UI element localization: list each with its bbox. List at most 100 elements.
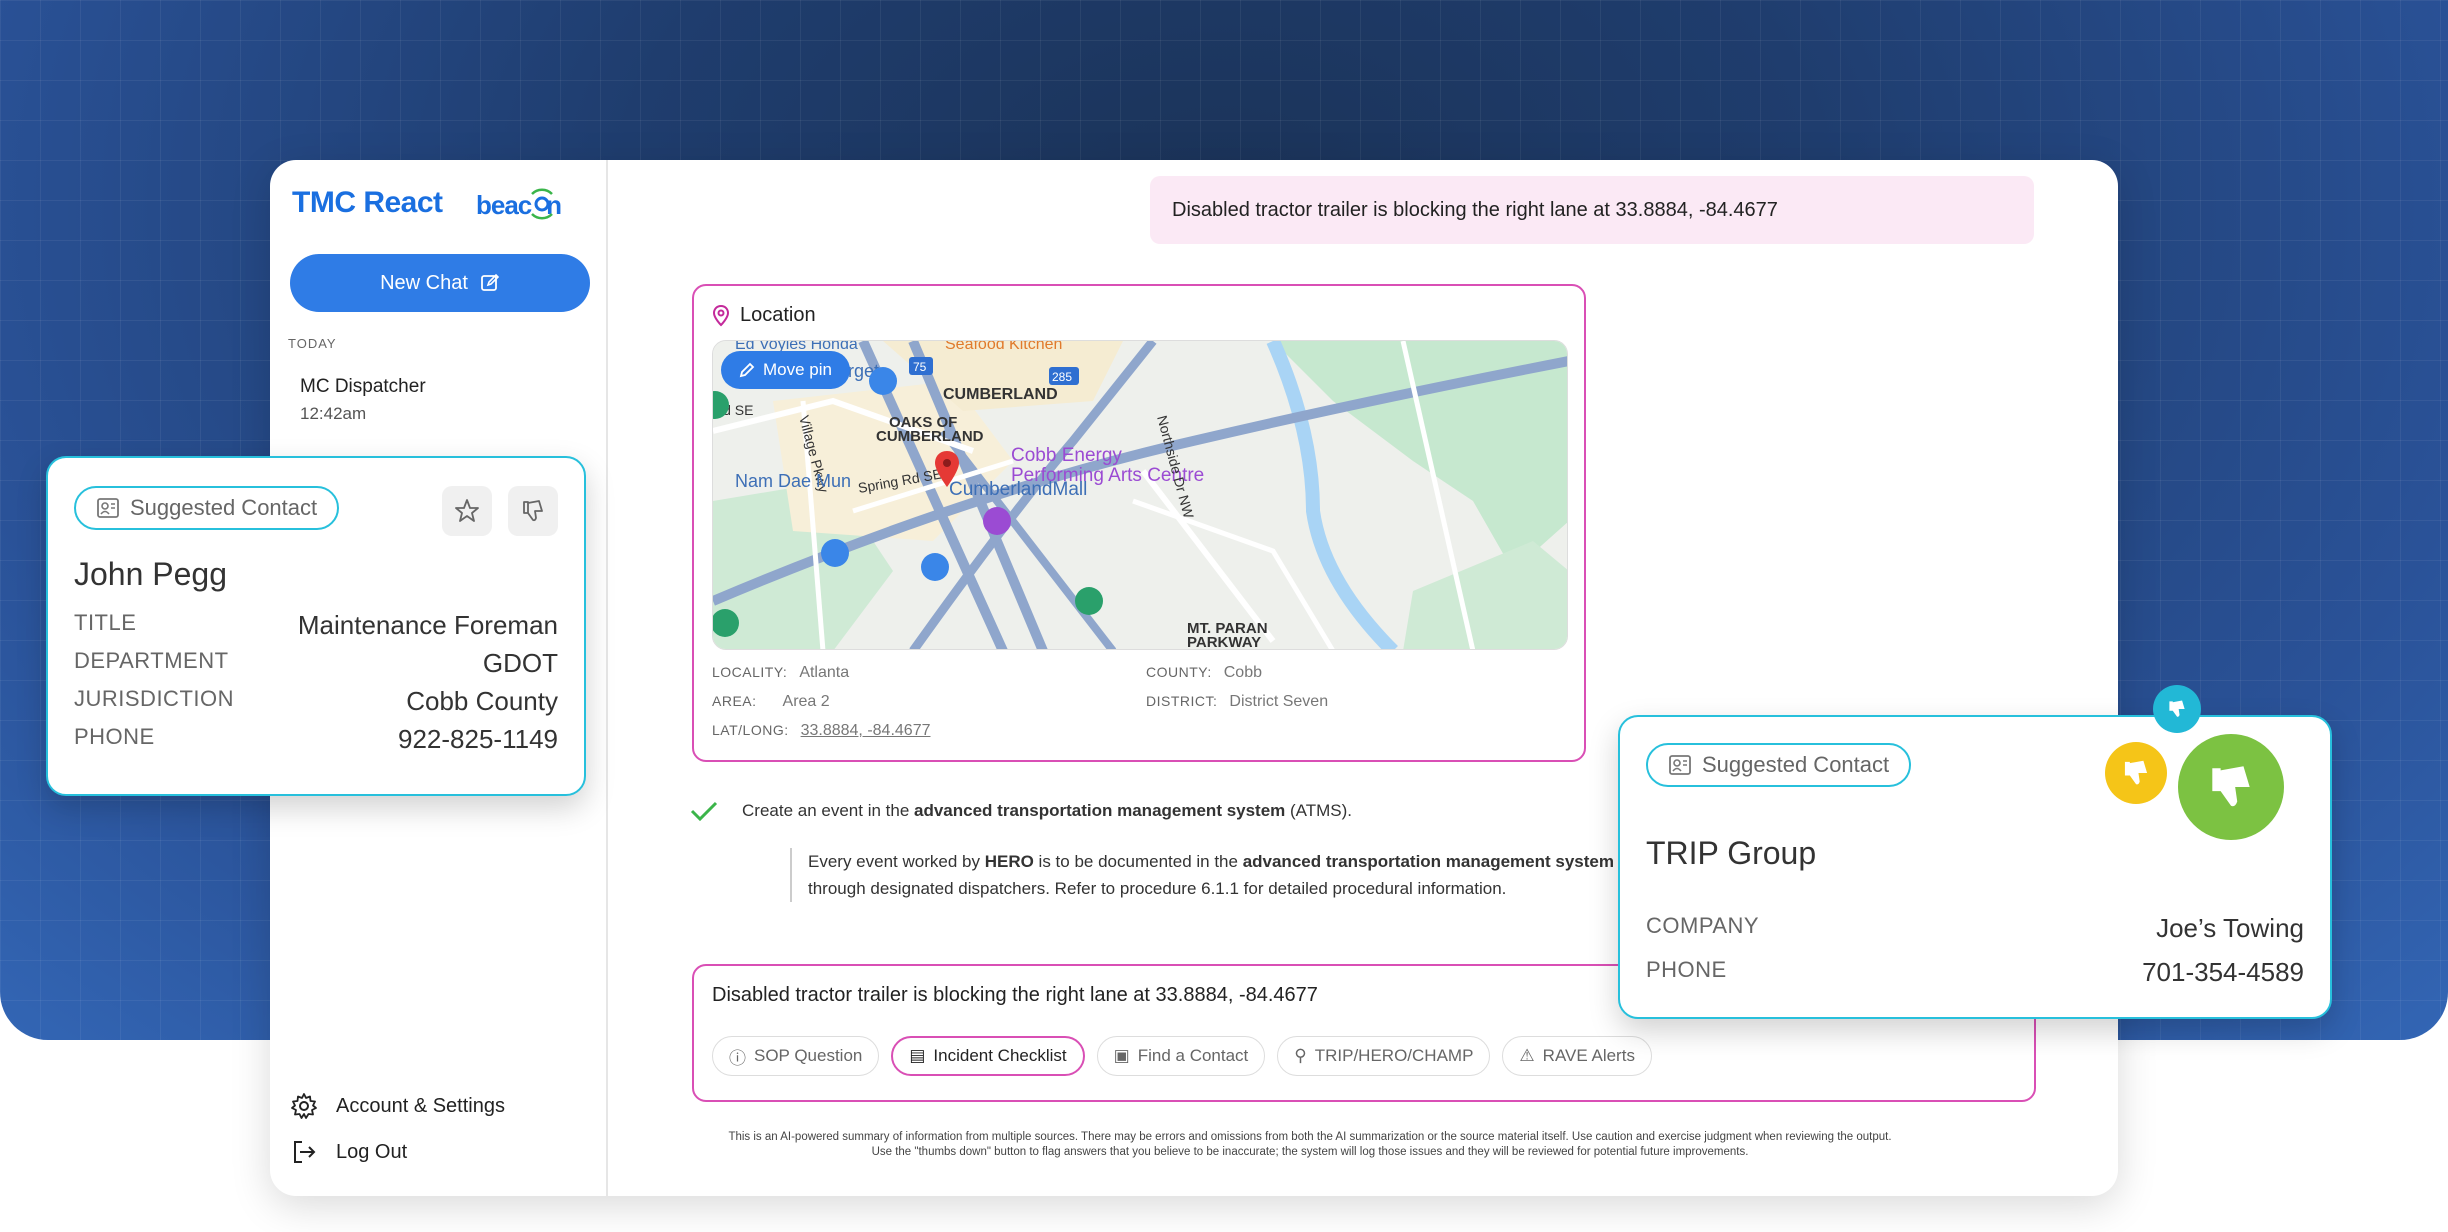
latlong-row: LAT/LONG: 33.8884, -84.4677 bbox=[712, 722, 930, 740]
contact-row-phone: PHONE 922-825-1149 bbox=[74, 724, 558, 755]
quote-text-c: is to be documented in the bbox=[1033, 852, 1243, 871]
area-row: AREA: Area 2 bbox=[712, 693, 830, 711]
district-key: DISTRICT: bbox=[1146, 693, 1218, 709]
chip-trip-hero-champ[interactable]: ⚲ TRIP/HERO/CHAMP bbox=[1277, 1036, 1491, 1076]
alert-icon: ⚠ bbox=[1519, 1046, 1535, 1065]
checklist-text: Create an event in the advanced transpor… bbox=[742, 801, 1352, 821]
star-icon bbox=[455, 499, 479, 522]
row-value: Joe’s Towing bbox=[2156, 913, 2304, 943]
history-item-title[interactable]: MC Dispatcher bbox=[300, 376, 426, 398]
pencil-icon bbox=[739, 362, 755, 378]
move-pin-button[interactable]: Move pin bbox=[721, 351, 850, 389]
composer-input[interactable]: Disabled tractor trailer is blocking the… bbox=[712, 984, 1318, 1007]
quick-action-chips: ⓘ SOP Question ▤ Incident Checklist ▣ Find … bbox=[712, 1036, 1652, 1076]
checkmark-icon bbox=[690, 801, 718, 822]
chip-label: Find a Contact bbox=[1137, 1046, 1249, 1065]
favorite-button[interactable] bbox=[442, 486, 492, 536]
badge-label: Suggested Contact bbox=[1702, 752, 1890, 777]
locality-value: Atlanta bbox=[799, 664, 850, 681]
checklist-suffix: (ATMS). bbox=[1285, 801, 1353, 820]
section-label-today: TODAY bbox=[288, 336, 337, 351]
history-item-time: 12:42am bbox=[300, 404, 367, 423]
county-value: Cobb bbox=[1223, 664, 1262, 681]
brand-title: TMC React bbox=[292, 186, 443, 219]
row-value[interactable]: 701-354-4589 bbox=[2142, 957, 2304, 988]
svg-text:CUMBERLAND: CUMBERLAND bbox=[876, 428, 984, 445]
row-value[interactable]: 922-825-1149 bbox=[398, 724, 558, 755]
pin-icon: ⚲ bbox=[1294, 1046, 1307, 1065]
edit-icon bbox=[481, 273, 500, 291]
svg-text:285: 285 bbox=[1052, 370, 1072, 384]
location-card: Location Ed Voyles Honda Seafood Kitchen… bbox=[692, 284, 1586, 762]
district-value: District Seven bbox=[1229, 693, 1329, 710]
chip-label: SOP Question bbox=[754, 1046, 863, 1065]
thumbs-down-icon bbox=[2124, 760, 2148, 785]
logout-icon bbox=[294, 1141, 316, 1163]
county-key: COUNTY: bbox=[1146, 664, 1212, 680]
row-key: PHONE bbox=[1646, 957, 1727, 982]
ai-disclaimer: This is an AI-powered summary of informa… bbox=[728, 1131, 1892, 1158]
user-message-bubble: Disabled tractor trailer is blocking the… bbox=[1150, 176, 2034, 244]
row-key: DEPARTMENT bbox=[74, 648, 229, 673]
new-chat-button[interactable]: New Chat bbox=[290, 254, 590, 312]
locality-row: LOCALITY: Atlanta bbox=[712, 664, 849, 682]
stage: TMC React beacon New Chat TODAY MC Dispa… bbox=[0, 0, 2448, 1232]
chip-find-contact[interactable]: ▣ Find a Contact bbox=[1096, 1036, 1266, 1076]
contact-card-icon bbox=[97, 498, 119, 518]
contact-row-title: TITLE Maintenance Foreman bbox=[74, 610, 558, 641]
thumbs-down-bubble-small[interactable] bbox=[2153, 685, 2201, 733]
chip-label: TRIP/HERO/CHAMP bbox=[1314, 1046, 1474, 1065]
thumbs-down-button[interactable] bbox=[508, 486, 558, 536]
chip-label: RAVE Alerts bbox=[1542, 1046, 1635, 1065]
row-value: Cobb County bbox=[406, 686, 558, 716]
quote-line-1: Every event worked by HERO is to be docu… bbox=[808, 848, 1690, 875]
row-key: COMPANY bbox=[1646, 913, 1760, 938]
quote-text-d: advanced transportation management syste… bbox=[1242, 852, 1614, 871]
svg-text:Cobb Energy: Cobb Energy bbox=[1011, 445, 1122, 466]
row-value: GDOT bbox=[482, 648, 558, 678]
account-settings-label: Account & Settings bbox=[336, 1094, 505, 1117]
quote-text-b: HERO bbox=[984, 852, 1034, 871]
logout-link[interactable]: Log Out bbox=[290, 1138, 407, 1166]
latlong-value[interactable]: 33.8884, -84.4677 bbox=[801, 722, 931, 739]
county-row: COUNTY: Cobb bbox=[1146, 664, 1262, 682]
map-view[interactable]: Ed Voyles Honda Seafood Kitchen Target C… bbox=[712, 340, 1568, 650]
thumbs-down-icon bbox=[2169, 700, 2185, 717]
chip-rave-alerts[interactable]: ⚠ RAVE Alerts bbox=[1502, 1036, 1652, 1076]
latlong-key: LAT/LONG: bbox=[712, 722, 789, 738]
thumbs-down-icon bbox=[523, 500, 543, 522]
suggested-contact-card-left: Suggested Contact John Pegg TITLE Mainten… bbox=[46, 456, 586, 796]
row-key: JURISDICTION bbox=[74, 686, 234, 711]
move-pin-label: Move pin bbox=[763, 360, 832, 379]
district-row: DISTRICT: District Seven bbox=[1146, 693, 1328, 711]
contact-card-icon bbox=[1669, 755, 1691, 775]
map-canvas: Ed Voyles Honda Seafood Kitchen Target C… bbox=[713, 341, 1567, 650]
map-pin-icon bbox=[712, 304, 730, 326]
contact-name: John Pegg bbox=[74, 556, 228, 592]
locality-key: LOCALITY: bbox=[712, 664, 788, 680]
chip-label: Incident Checklist bbox=[933, 1046, 1067, 1065]
checklist-bold: advanced transportation management syste… bbox=[914, 801, 1286, 820]
quote-text-a: Every event worked by bbox=[808, 852, 985, 871]
thumbs-down-bubble-medium[interactable] bbox=[2105, 742, 2167, 804]
thumbs-down-bubble-large[interactable] bbox=[2178, 734, 2284, 840]
suggested-contact-badge: Suggested Contact bbox=[74, 486, 340, 530]
chat-main: Disabled tractor trailer is blocking the… bbox=[610, 160, 2118, 1196]
contact-row-company: COMPANY Joe’s Towing bbox=[1646, 913, 2304, 944]
procedure-quote: Every event worked by HERO is to be docu… bbox=[790, 848, 1690, 902]
chip-incident-checklist[interactable]: ▤ Incident Checklist bbox=[891, 1036, 1085, 1076]
row-key: TITLE bbox=[74, 610, 137, 635]
area-value: Area 2 bbox=[782, 693, 830, 710]
checklist-item: Create an event in the advanced transpor… bbox=[690, 800, 1352, 822]
row-key: PHONE bbox=[74, 724, 155, 749]
account-settings-link[interactable]: Account & Settings bbox=[290, 1092, 505, 1120]
checklist-prefix: Create an event in the bbox=[742, 801, 915, 820]
chip-sop-question[interactable]: ⓘ SOP Question bbox=[712, 1036, 880, 1076]
quote-line-2: through designated dispatchers. Refer to… bbox=[808, 879, 1507, 898]
location-title: Location bbox=[712, 304, 816, 327]
contact-row-phone: PHONE 701-354-4589 bbox=[1646, 957, 2304, 988]
contact-card-icon: ▣ bbox=[1113, 1046, 1130, 1065]
svg-text:PARKWAY: PARKWAY bbox=[1187, 634, 1261, 650]
area-key: AREA: bbox=[712, 693, 757, 709]
contact-row-jurisdiction: JURISDICTION Cobb County bbox=[74, 686, 558, 717]
